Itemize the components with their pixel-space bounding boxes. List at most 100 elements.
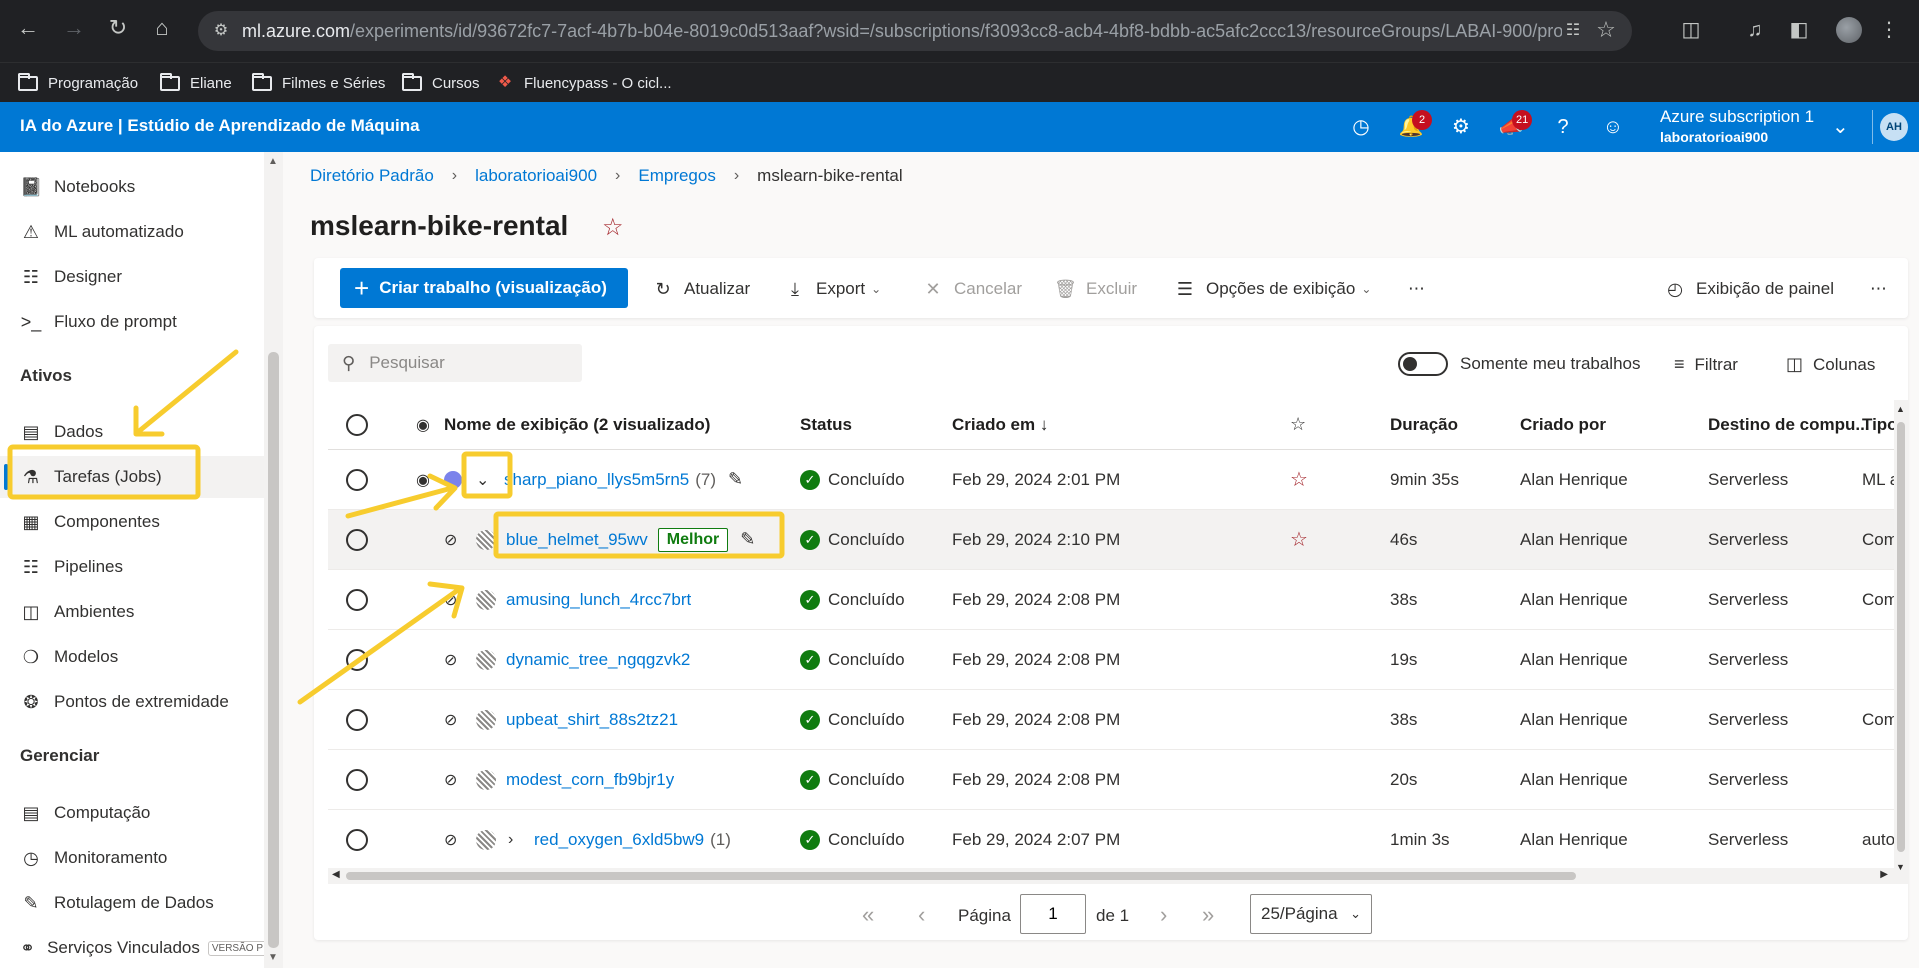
scroll-up-icon[interactable]: ▲ — [1896, 404, 1905, 414]
row-radio[interactable] — [346, 810, 368, 866]
bookmark-fluencypass[interactable]: ❖ Fluencypass - O cicl... — [496, 69, 672, 97]
nav-prompt-flow[interactable]: >_ Fluxo de prompt — [0, 301, 264, 343]
more-options-icon[interactable]: ⋯ — [1870, 276, 1887, 302]
table-row[interactable]: ⊘ › red_oxygen_6xld5bw9 (1) ✓ Concluído Fe… — [328, 810, 1894, 866]
history-icon[interactable]: ◷ — [1348, 114, 1374, 140]
col-header-name[interactable]: Nome de exibição (2 visualizado) — [444, 400, 710, 449]
eye-off-icon[interactable]: ⊘ — [444, 510, 457, 569]
col-header-type[interactable]: Tipo — [1862, 400, 1894, 449]
col-header-created-by[interactable]: Criado por — [1520, 400, 1606, 449]
last-page-icon[interactable]: » — [1202, 902, 1214, 928]
table-row[interactable]: ⊘ amusing_lunch_4rcc7brt ✓ Concluído Feb … — [328, 570, 1894, 630]
scroll-up-icon[interactable]: ▲ — [268, 156, 278, 167]
help-icon[interactable]: ? — [1550, 114, 1576, 140]
user-avatar[interactable]: AH — [1880, 113, 1908, 141]
nav-designer[interactable]: ☷ Designer — [0, 256, 264, 298]
only-my-jobs-toggle[interactable] — [1398, 352, 1448, 376]
table-vertical-scrollbar[interactable]: ▲ ▼ — [1894, 400, 1908, 884]
scroll-down-icon[interactable]: ▼ — [1896, 862, 1905, 872]
media-icon[interactable]: ♫ — [1742, 17, 1768, 43]
eye-off-icon[interactable]: ⊘ — [444, 810, 457, 866]
eye-icon[interactable]: ◉ — [416, 400, 430, 449]
site-info-icon[interactable]: ⚙ — [210, 20, 232, 42]
scroll-down-icon[interactable]: ▼ — [268, 952, 278, 963]
cancel-button[interactable]: ✕ Cancelar — [922, 276, 1022, 302]
nav-data[interactable]: ▤ Dados — [0, 411, 264, 453]
job-link[interactable]: modest_corn_fb9bjr1y — [506, 770, 674, 790]
nav-linked-services[interactable]: ⚭ Serviços Vinculados VERSÃO P — [0, 927, 268, 968]
eye-off-icon[interactable]: ⊘ — [444, 570, 457, 629]
nav-automl[interactable]: ⚠ ML automatizado — [0, 211, 264, 253]
more-options-icon[interactable]: ⋯ — [1408, 276, 1425, 302]
create-job-button[interactable]: + Criar trabalho (visualização) — [340, 268, 628, 308]
row-radio[interactable] — [346, 570, 368, 629]
eye-icon[interactable]: ◉ — [416, 450, 430, 509]
nav-monitoring[interactable]: ◷ Monitoramento — [0, 837, 264, 879]
job-link[interactable]: sharp_piano_llys5m5rn5 — [504, 470, 689, 490]
browser-profile-avatar[interactable] — [1836, 17, 1862, 43]
breadcrumb-directory[interactable]: Diretório Padrão — [310, 166, 434, 186]
settings-gear-icon[interactable]: ⚙ — [1448, 114, 1474, 140]
col-header-favorite[interactable]: ☆ — [1290, 400, 1306, 449]
nav-jobs[interactable]: ⚗ Tarefas (Jobs) — [0, 456, 264, 498]
job-link[interactable]: amusing_lunch_4rcc7brt — [506, 590, 691, 610]
sidebar-scroll-thumb[interactable] — [268, 352, 279, 948]
row-radio[interactable] — [346, 450, 368, 509]
col-header-status[interactable]: Status — [800, 400, 852, 449]
select-all-radio[interactable] — [346, 400, 368, 449]
edit-pencil-icon[interactable]: ✎ — [740, 529, 755, 550]
table-row[interactable]: ⊘ blue_helmet_95wv Melhor ✎ ✓ Concluído Feb… — [328, 510, 1894, 570]
row-radio[interactable] — [346, 690, 368, 749]
prev-page-icon[interactable]: ‹ — [918, 902, 925, 928]
export-button[interactable]: ⤓ Export ⌄ — [784, 276, 881, 302]
search-input[interactable] — [369, 353, 560, 373]
forward-icon[interactable]: → — [60, 14, 88, 42]
table-row[interactable]: ⊘ upbeat_shirt_88s2tz21 ✓ Concluído Feb 2… — [328, 690, 1894, 750]
page-number-input[interactable] — [1020, 894, 1086, 934]
favorite-star-icon[interactable]: ☆ — [1290, 450, 1308, 509]
col-header-compute[interactable]: Destino de compu... — [1708, 400, 1870, 449]
job-link[interactable]: dynamic_tree_ngqgzvk2 — [506, 650, 690, 670]
bookmark-folder-eliane[interactable]: Eliane — [160, 69, 232, 97]
row-radio[interactable] — [346, 510, 368, 569]
row-radio[interactable] — [346, 750, 368, 809]
side-panel-icon[interactable]: ◧ — [1786, 17, 1812, 43]
eye-off-icon[interactable]: ⊘ — [444, 690, 457, 749]
eye-off-icon[interactable]: ⊘ — [444, 630, 457, 689]
sidebar-scrollbar[interactable]: ▲ ▼ — [264, 152, 283, 968]
horizontal-scroll-thumb[interactable] — [346, 872, 1576, 880]
table-row[interactable]: ⊘ modest_corn_fb9bjr1y ✓ Concluído Feb 29… — [328, 750, 1894, 810]
chevron-down-icon[interactable]: ⌄ — [476, 450, 489, 509]
refresh-button[interactable]: ↻ Atualizar — [652, 276, 750, 302]
page-size-select[interactable]: 25/Página ⌄ — [1250, 894, 1372, 934]
delete-button[interactable]: 🗑 Excluir — [1054, 276, 1137, 302]
table-horizontal-scrollbar[interactable]: ◀ ▶ — [328, 868, 1894, 884]
columns-button[interactable]: ◫ Colunas — [1786, 354, 1875, 375]
bookmark-star-icon[interactable]: ☆ — [1594, 18, 1618, 42]
nav-endpoints[interactable]: ❂ Pontos de extremidade — [0, 681, 264, 723]
view-options-button[interactable]: ☰ Opções de exibição ⌄ — [1174, 276, 1371, 302]
table-row[interactable]: ⊘ dynamic_tree_ngqgzvk2 ✓ Concluído Feb 2… — [328, 630, 1894, 690]
nav-compute[interactable]: ▤ Computação — [0, 792, 264, 834]
smiley-icon[interactable]: ☺ — [1600, 114, 1626, 140]
nav-components[interactable]: ▦ Componentes — [0, 501, 264, 543]
edit-pencil-icon[interactable]: ✎ — [728, 469, 743, 490]
job-link[interactable]: blue_helmet_95wv — [506, 530, 648, 550]
filter-button[interactable]: ≡ Filtrar — [1674, 354, 1738, 375]
row-radio[interactable] — [346, 630, 368, 689]
breadcrumb-workspace[interactable]: laboratorioai900 — [475, 166, 597, 186]
dashboard-view-button[interactable]: ◴ Exibição de painel — [1664, 276, 1834, 302]
scroll-right-icon[interactable]: ▶ — [1880, 869, 1888, 880]
favorite-star-icon[interactable]: ☆ — [1290, 510, 1308, 569]
search-box[interactable]: ⚲ — [328, 344, 582, 382]
app-title[interactable]: IA do Azure | Estúdio de Aprendizado de … — [20, 116, 420, 136]
table-row[interactable]: ◉ ⌄ sharp_piano_llys5m5rn5 (7) ✎ ✓ Concluíd… — [328, 450, 1894, 510]
browser-menu-icon[interactable]: ⋮ — [1876, 17, 1902, 43]
chevron-down-icon[interactable]: ⌄ — [1832, 114, 1849, 139]
reload-icon[interactable]: ↻ — [104, 14, 132, 42]
first-page-icon[interactable]: « — [862, 902, 874, 928]
scroll-left-icon[interactable]: ◀ — [332, 869, 340, 880]
translate-icon[interactable]: ☷ — [1562, 20, 1584, 42]
favorite-star-icon[interactable]: ☆ — [602, 213, 624, 242]
eye-off-icon[interactable]: ⊘ — [444, 750, 457, 809]
